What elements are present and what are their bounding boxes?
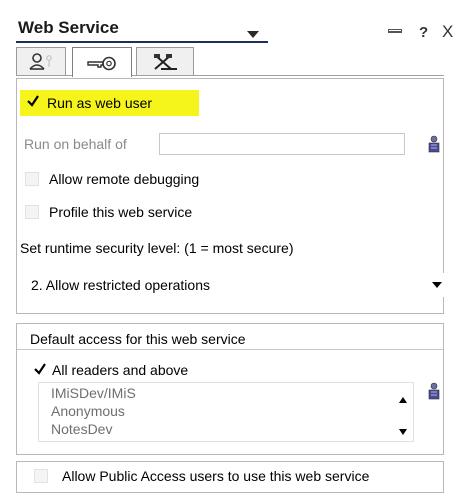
person-picker-button[interactable] — [424, 133, 444, 155]
tab-security[interactable] — [72, 47, 132, 77]
title-dropdown-icon[interactable] — [247, 31, 259, 38]
list-item[interactable]: Anonymous — [51, 403, 125, 419]
scroll-up-icon[interactable] — [399, 397, 407, 403]
run-on-behalf-label: Run on behalf of — [24, 136, 127, 152]
chevron-down-icon — [432, 282, 442, 288]
people-icon — [29, 52, 52, 70]
list-item[interactable]: NotesDev — [51, 421, 112, 437]
allow-remote-debugging-checkbox[interactable] — [25, 172, 39, 186]
all-readers-label: All readers and above — [52, 362, 189, 378]
key-icon — [87, 56, 116, 70]
tools-icon — [154, 53, 177, 70]
run-on-behalf-input[interactable] — [159, 133, 405, 155]
panel-title: Web Service — [18, 18, 119, 37]
checkmark-icon — [27, 95, 39, 107]
profile-web-service-label: Profile this web service — [49, 204, 193, 220]
runtime-level-label: Set runtime security level: (1 = most se… — [20, 240, 294, 256]
checkmark-icon — [34, 363, 46, 375]
tab-basics[interactable] — [16, 47, 66, 75]
list-item[interactable]: IMiSDev/IMiS — [51, 385, 136, 401]
person-picker-icon — [428, 135, 440, 153]
all-readers-checkbox[interactable] — [33, 362, 49, 378]
panel-header: Web Service ? X — [0, 0, 462, 46]
tab-advanced[interactable] — [136, 47, 194, 75]
public-access-checkbox[interactable] — [34, 469, 48, 483]
tab-bar — [16, 47, 444, 77]
public-access-label: Allow Public Access users to use this we… — [62, 468, 370, 484]
profile-web-service-checkbox[interactable] — [25, 205, 39, 219]
title-underline — [16, 41, 268, 43]
access-person-picker-button[interactable] — [424, 380, 444, 402]
run-as-web-user-label: Run as web user — [47, 95, 153, 111]
help-button[interactable]: ? — [419, 24, 428, 41]
scroll-down-icon[interactable] — [399, 429, 407, 435]
person-picker-icon — [428, 382, 440, 400]
allow-remote-debugging-label: Allow remote debugging — [49, 171, 200, 187]
runtime-level-value: 2. Allow restricted operations — [31, 277, 210, 293]
access-list[interactable]: IMiSDev/IMiS Anonymous NotesDev — [38, 382, 414, 442]
default-access-title: Default access for this web service — [30, 331, 246, 347]
close-button[interactable]: X — [442, 22, 453, 42]
minimize-icon[interactable] — [388, 29, 402, 33]
runtime-level-select[interactable]: 2. Allow restricted operations — [21, 273, 448, 297]
run-as-web-user-checkbox[interactable] — [26, 94, 42, 110]
